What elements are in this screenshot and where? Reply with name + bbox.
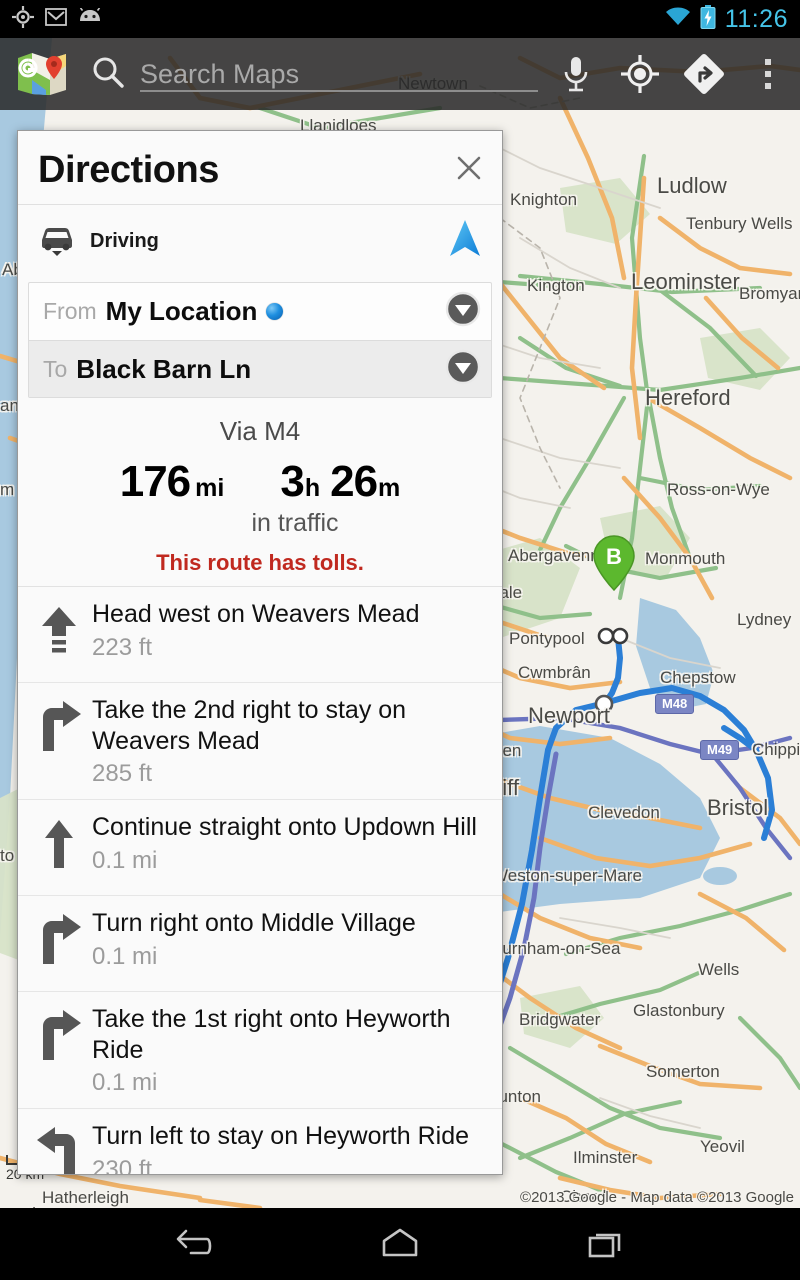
android-screen: B NewtownLlanidloesAberystwythKnightonLu… — [0, 0, 800, 1280]
step-text: Turn left to stay on Heyworth Ride 230 ft — [88, 1121, 488, 1174]
straight-arrow-icon — [30, 812, 88, 870]
step-instruction: Continue straight onto Updown Hill — [92, 813, 477, 841]
endpoints-group: From My Location To Black Barn Ln — [28, 282, 492, 398]
route-distance: 176 mi — [120, 457, 225, 507]
route-distance-value: 176 — [119, 457, 191, 506]
step-distance: 0.1 mi — [92, 846, 158, 874]
status-bar: 11:26 — [0, 0, 800, 38]
route-duration-minutes-unit: m — [378, 474, 401, 502]
location-icon — [12, 5, 34, 33]
destination-marker[interactable]: B — [593, 535, 635, 591]
wifi-icon — [665, 7, 691, 32]
close-icon[interactable] — [448, 147, 490, 189]
google-maps-logo[interactable] — [16, 50, 68, 98]
step-instruction: Turn left to stay on Heyworth Ride — [92, 1122, 470, 1150]
step-instruction: Take the 2nd right to stay on Weavers Me… — [92, 696, 407, 755]
route-waypoint — [611, 627, 629, 645]
system-navigation-bar — [0, 1208, 800, 1280]
destination-marker-label: B — [606, 544, 622, 569]
route-distance-unit: mi — [195, 474, 225, 502]
panel-header: Directions — [18, 131, 502, 205]
route-via-label: Via M4 — [219, 416, 301, 446]
page-title: Directions — [38, 149, 219, 191]
route-metrics: 176 mi 3 h 26 m — [18, 457, 502, 507]
status-system: 11:26 — [665, 4, 800, 34]
step-row[interactable]: Head west on Weavers Mead 223 ft — [18, 587, 502, 683]
step-text: Take the 1st right onto Heyworth Ride 0.1… — [88, 1004, 488, 1097]
search-underline — [140, 90, 538, 92]
route-duration: 3 h 26 m — [280, 457, 400, 507]
traffic-note: in traffic — [251, 509, 339, 537]
route-waypoint — [594, 694, 614, 714]
step-instruction: Head west on Weavers Mead — [92, 600, 420, 628]
from-label: From — [43, 298, 97, 324]
turn-right-icon — [30, 695, 88, 753]
car-icon — [38, 222, 78, 261]
gmail-icon — [45, 7, 67, 31]
turn-right-icon — [30, 908, 88, 966]
directions-icon[interactable] — [672, 38, 736, 110]
to-label: To — [43, 355, 68, 382]
step-distance: 230 ft — [92, 1155, 153, 1175]
route-summary[interactable]: Via M4 176 mi 3 h 26 m in traffic This r… — [18, 398, 502, 586]
route-duration-hours-unit: h — [304, 474, 321, 502]
motorway-shield: M48 — [655, 694, 695, 714]
step-row[interactable]: Take the 2nd right to stay on Weavers Me… — [18, 683, 502, 800]
search-icon[interactable] — [90, 54, 126, 95]
search-input[interactable]: Search Maps — [140, 50, 538, 98]
from-value: My Location — [105, 296, 258, 326]
travel-mode-label: Driving — [90, 230, 159, 252]
status-clock: 11:26 — [724, 4, 788, 33]
turn-right-icon — [30, 1004, 88, 1062]
to-value: Black Barn Ln — [76, 353, 252, 384]
from-field[interactable]: From My Location — [29, 283, 491, 340]
travel-mode-row[interactable]: Driving — [18, 205, 502, 274]
route-duration-minutes: 26 — [330, 457, 378, 506]
step-text: Head west on Weavers Mead 223 ft — [88, 599, 488, 662]
step-instruction: Take the 1st right onto Heyworth Ride — [92, 1005, 451, 1064]
route-duration-hours: 3 — [280, 457, 305, 506]
step-row[interactable]: Continue straight onto Updown Hill 0.1 mi — [18, 800, 502, 896]
step-row[interactable]: Turn left to stay on Heyworth Ride 230 ft — [18, 1109, 502, 1174]
my-location-icon[interactable] — [608, 38, 672, 110]
turn-left-icon — [30, 1121, 88, 1174]
microphone-icon[interactable] — [544, 38, 608, 110]
action-bar: Search Maps — [0, 38, 800, 110]
step-distance: 285 ft — [92, 760, 153, 787]
step-distance: 0.1 mi — [92, 1069, 158, 1096]
from-dropdown-button[interactable] — [443, 289, 483, 334]
recents-icon[interactable] — [576, 1214, 636, 1274]
steps-list[interactable]: Head west on Weavers Mead 223 ft Take the … — [18, 586, 502, 1174]
map-attribution: ©2013 Google - Map data ©2013 Google — [520, 1189, 794, 1206]
step-text: Take the 2nd right to stay on Weavers Me… — [88, 695, 488, 788]
step-text: Turn right onto Middle Village 0.1 mi — [88, 908, 488, 971]
to-dropdown-button[interactable] — [443, 347, 483, 392]
directions-panel: Directions Driving From My Location To B… — [17, 130, 503, 1175]
step-instruction: Turn right onto Middle Village — [92, 909, 416, 937]
to-field[interactable]: To Black Barn Ln — [29, 340, 491, 397]
route-waypoint — [597, 627, 615, 645]
step-row[interactable]: Take the 1st right onto Heyworth Ride 0.1… — [18, 992, 502, 1109]
battery-charging-icon — [700, 4, 716, 34]
depart-straight-icon — [30, 599, 88, 657]
back-icon[interactable] — [164, 1214, 224, 1274]
step-row[interactable]: Turn right onto Middle Village 0.1 mi — [18, 896, 502, 992]
step-text: Continue straight onto Updown Hill 0.1 mi — [88, 812, 488, 875]
step-distance: 223 ft — [92, 633, 153, 661]
android-icon — [78, 7, 102, 31]
my-location-dot-icon — [266, 303, 284, 320]
navigation-arrow-icon[interactable] — [448, 218, 482, 265]
search-placeholder: Search Maps — [140, 58, 300, 89]
status-notifications — [0, 5, 102, 33]
overflow-menu-icon[interactable] — [736, 38, 800, 110]
step-distance: 0.1 mi — [92, 942, 158, 970]
motorway-shield: M49 — [700, 740, 740, 760]
home-icon[interactable] — [370, 1214, 430, 1274]
tolls-warning: This route has tolls. — [156, 550, 364, 575]
